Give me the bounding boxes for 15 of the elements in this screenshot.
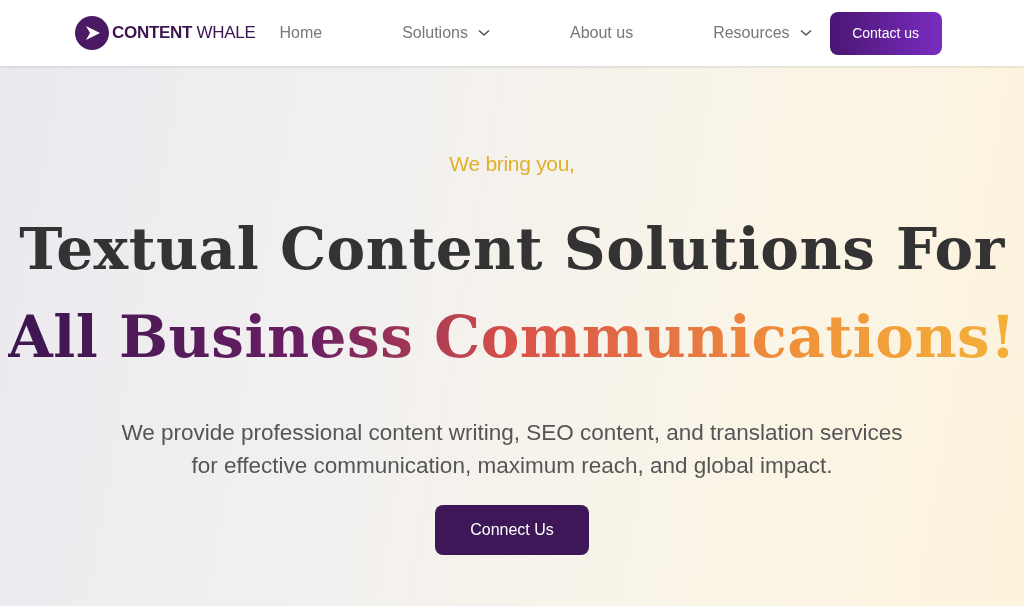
logo-text: CONTENT WHALE — [112, 23, 256, 43]
nav-link[interactable]: About us — [569, 24, 634, 42]
logo[interactable]: CONTENT WHALE — [75, 16, 256, 50]
nav-link[interactable]: Resources — [713, 24, 812, 42]
chevron-down-icon — [799, 29, 812, 37]
headline: Textual Content Solutions For — [19, 220, 1005, 278]
description-text: for effective communication, maximum reach, and global impact. — [191, 452, 833, 480]
nav-link[interactable]: Home — [279, 24, 323, 42]
contact-button[interactable]: Contact us — [829, 11, 942, 55]
connect-button[interactable]: Connect Us — [435, 505, 589, 555]
nav-link[interactable]: Solutions — [402, 24, 490, 42]
eyebrow-text: We bring you, — [449, 152, 575, 176]
description-text: We provide professional content writing, SEO content, and translation services — [121, 419, 903, 447]
chevron-down-icon — [477, 29, 490, 37]
logo-icon — [75, 16, 109, 50]
